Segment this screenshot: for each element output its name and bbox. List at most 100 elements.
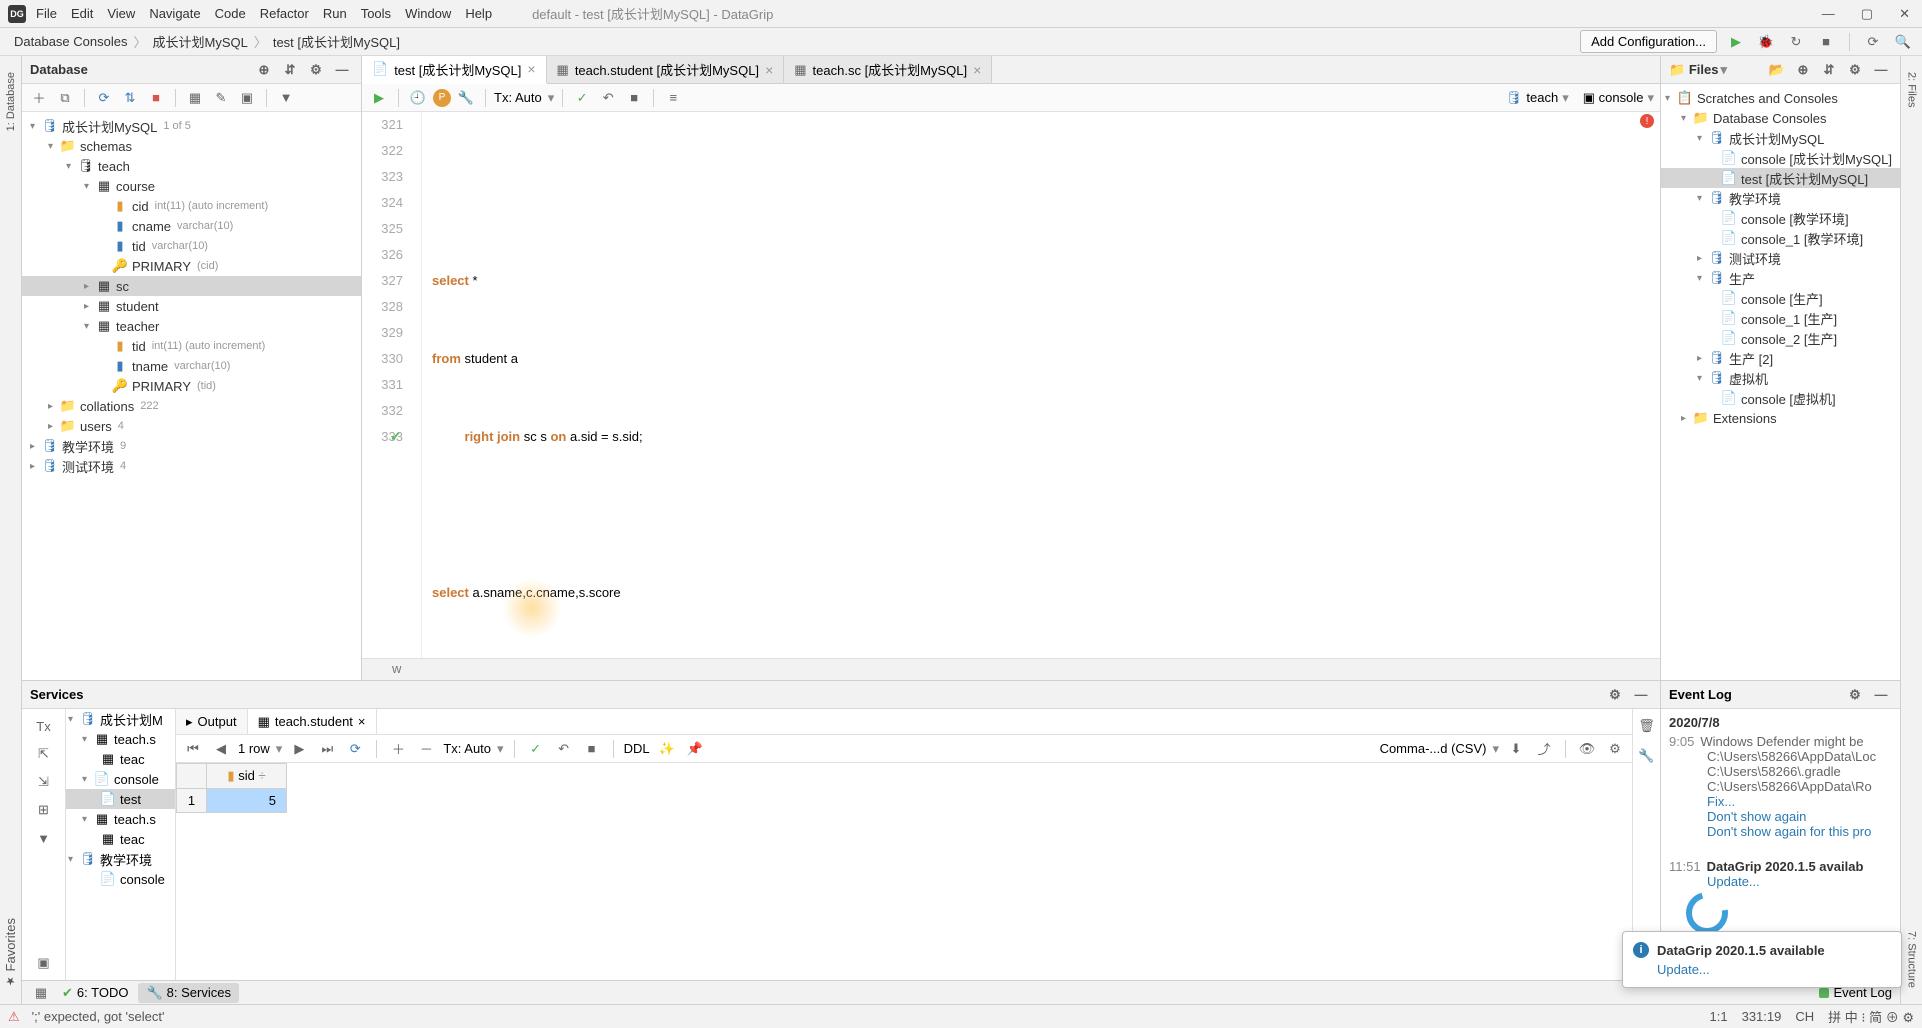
rollback-icon[interactable]: ↶ xyxy=(597,87,619,109)
ddl-button[interactable]: DDL xyxy=(624,741,650,756)
menu-file[interactable]: File xyxy=(36,6,57,21)
close-icon[interactable]: × xyxy=(358,714,366,729)
wrench-icon[interactable]: 🔧 xyxy=(1636,745,1658,767)
search-icon[interactable]: 🔍 xyxy=(1892,31,1914,53)
tree-datasource[interactable]: ▸🛢测试环境4 xyxy=(22,456,361,476)
editor-tab[interactable]: ▦teach.student [成长计划MySQL]× xyxy=(547,56,785,83)
run-icon[interactable]: ▶ xyxy=(1725,31,1747,53)
tree-console-file[interactable]: 📄console_2 [生产] xyxy=(1661,328,1900,348)
dont-show-project-link[interactable]: Don't show again for this pro xyxy=(1707,824,1871,839)
menu-navigate[interactable]: Navigate xyxy=(149,6,200,21)
minimize-button[interactable]: — xyxy=(1818,6,1839,22)
editor-tab[interactable]: ▦teach.sc [成长计划MySQL]× xyxy=(784,56,992,83)
menu-tools[interactable]: Tools xyxy=(361,6,391,21)
tree-datasource[interactable]: ▸🛢教学环境9 xyxy=(22,436,361,456)
add-configuration-button[interactable]: Add Configuration... xyxy=(1580,30,1717,53)
files-tool-tab[interactable]: 2: Files xyxy=(1904,66,1920,113)
structure-tool-tab[interactable]: 7: Structure xyxy=(1904,925,1920,994)
grid-icon[interactable]: ⊞ xyxy=(33,799,55,821)
tree-console-file[interactable]: 📄test [成长计划MySQL] xyxy=(1661,168,1900,188)
close-icon[interactable]: × xyxy=(973,62,981,78)
result-tab[interactable]: ▦teach.student× xyxy=(248,709,377,734)
tree-schema-teach[interactable]: ▾🛢teach xyxy=(22,156,361,176)
update-icon[interactable]: ⟳ xyxy=(1862,31,1884,53)
filter-icon[interactable]: ▼ xyxy=(33,827,55,849)
update-link[interactable]: Update... xyxy=(1707,874,1760,889)
gear-icon[interactable]: ⚙ xyxy=(305,59,327,81)
popup-update-link[interactable]: Update... xyxy=(1657,962,1710,977)
export-format-dropdown[interactable]: Comma-...d (CSV) xyxy=(1380,741,1487,756)
dont-show-link[interactable]: Don't show again xyxy=(1707,809,1806,824)
last-icon[interactable]: ⏭ xyxy=(316,738,338,760)
schema-dropdown[interactable]: teach xyxy=(1526,90,1558,105)
tree-console-file[interactable]: 📄console [生产] xyxy=(1661,288,1900,308)
download-icon[interactable]: ⬇ xyxy=(1505,738,1527,760)
code-editor[interactable]: ! 321 322 323 324 325 326 327 328 329 33… xyxy=(362,112,1660,658)
tree-console-group[interactable]: ▾🛢虚拟机 xyxy=(1661,368,1900,388)
expand-icon[interactable]: ⇱ xyxy=(33,743,55,765)
tree-users[interactable]: ▸📁users4 xyxy=(22,416,361,436)
refresh-icon[interactable]: ⟳ xyxy=(93,87,115,109)
gear-icon[interactable]: ⚙ xyxy=(1844,684,1866,706)
close-icon[interactable]: × xyxy=(765,62,773,78)
database-tree[interactable]: ▾🛢成长计划MySQL1 of 5 ▾📁schemas ▾🛢teach ▾▦co… xyxy=(22,112,361,680)
stop-icon[interactable]: ■ xyxy=(145,87,167,109)
tree-datasource[interactable]: ▾🛢成长计划MySQL1 of 5 xyxy=(22,116,361,136)
rollback-icon[interactable]: ↶ xyxy=(553,738,575,760)
toolwindow-icon[interactable]: ▦ xyxy=(30,982,52,1004)
close-button[interactable]: ✕ xyxy=(1895,6,1914,22)
gear-icon[interactable]: ⚙ xyxy=(1844,59,1866,81)
scratches-tree[interactable]: ▾📋Scratches and Consoles ▾📁Database Cons… xyxy=(1661,84,1900,680)
tx-mode-dropdown[interactable]: Tx: Auto xyxy=(494,90,542,105)
tree-column[interactable]: ▮cidint(11) (auto increment) xyxy=(22,196,361,216)
view-icon[interactable]: 👁 xyxy=(1576,738,1598,760)
prev-icon[interactable]: ◀ xyxy=(210,738,232,760)
tree-table-teacher[interactable]: ▾▦teacher xyxy=(22,316,361,336)
hide-icon[interactable]: — xyxy=(1870,684,1892,706)
commit-icon[interactable]: ✓ xyxy=(525,738,547,760)
console-icon[interactable]: ▣ xyxy=(236,87,258,109)
tree-console-file[interactable]: 📄console [成长计划MySQL] xyxy=(1661,148,1900,168)
execute-icon[interactable]: ▶ xyxy=(368,87,390,109)
result-grid[interactable]: ▮ sid ÷ 15 xyxy=(176,763,1632,980)
tree-column[interactable]: ▮cnamevarchar(10) xyxy=(22,216,361,236)
tree-schemas[interactable]: ▾📁schemas xyxy=(22,136,361,156)
tree-db-consoles[interactable]: ▾📁Database Consoles xyxy=(1661,108,1900,128)
fix-link[interactable]: Fix... xyxy=(1707,794,1735,809)
stop-icon[interactable]: ■ xyxy=(1815,31,1837,53)
maximize-button[interactable]: ▢ xyxy=(1857,6,1877,22)
settings-icon[interactable]: ≡ xyxy=(662,87,684,109)
tree-table-student[interactable]: ▸▦student xyxy=(22,296,361,316)
hide-icon[interactable]: — xyxy=(1870,59,1892,81)
history-icon[interactable]: 🕘 xyxy=(407,87,429,109)
explain-plan-icon[interactable]: P xyxy=(433,89,451,107)
todo-tab[interactable]: ✔6: TODO xyxy=(62,985,128,1001)
layout-icon[interactable]: ▣ xyxy=(33,952,55,974)
tree-console-file[interactable]: 📄console [教学环境] xyxy=(1661,208,1900,228)
commit-icon[interactable]: ✓ xyxy=(571,87,593,109)
tree-column[interactable]: ▮tidvarchar(10) xyxy=(22,236,361,256)
input-mode[interactable]: CH xyxy=(1795,1009,1814,1024)
duplicate-icon[interactable]: ⧉ xyxy=(54,87,76,109)
tree-console-file[interactable]: 📄console_1 [教学环境] xyxy=(1661,228,1900,248)
close-icon[interactable]: × xyxy=(527,61,535,77)
hide-icon[interactable]: — xyxy=(1630,684,1652,706)
editor-tab[interactable]: 📄test [成长计划MySQL]× xyxy=(362,56,547,84)
tree-column[interactable]: ▮tnamevarchar(10) xyxy=(22,356,361,376)
debug-icon[interactable]: 🐞 xyxy=(1755,31,1777,53)
tree-collations[interactable]: ▸📁collations222 xyxy=(22,396,361,416)
collapse-icon[interactable]: ⇵ xyxy=(1818,59,1840,81)
cancel-icon[interactable]: ■ xyxy=(623,87,645,109)
menu-help[interactable]: Help xyxy=(465,6,492,21)
menu-view[interactable]: View xyxy=(107,6,135,21)
refresh-icon[interactable]: ⟳ xyxy=(344,738,366,760)
tree-console-group[interactable]: ▾🛢教学环境 xyxy=(1661,188,1900,208)
wrench-icon[interactable]: 🔧 xyxy=(455,87,477,109)
trash-icon[interactable]: 🗑 xyxy=(1636,715,1658,737)
tree-column[interactable]: ▮tidint(11) (auto increment) xyxy=(22,336,361,356)
pin-icon[interactable]: 📌 xyxy=(684,738,706,760)
preview-icon[interactable]: ✨ xyxy=(656,738,678,760)
tree-console-group[interactable]: ▾🛢成长计划MySQL xyxy=(1661,128,1900,148)
database-tool-tab[interactable]: 1: Database xyxy=(3,66,19,137)
collapse-icon[interactable]: ⇵ xyxy=(279,59,301,81)
